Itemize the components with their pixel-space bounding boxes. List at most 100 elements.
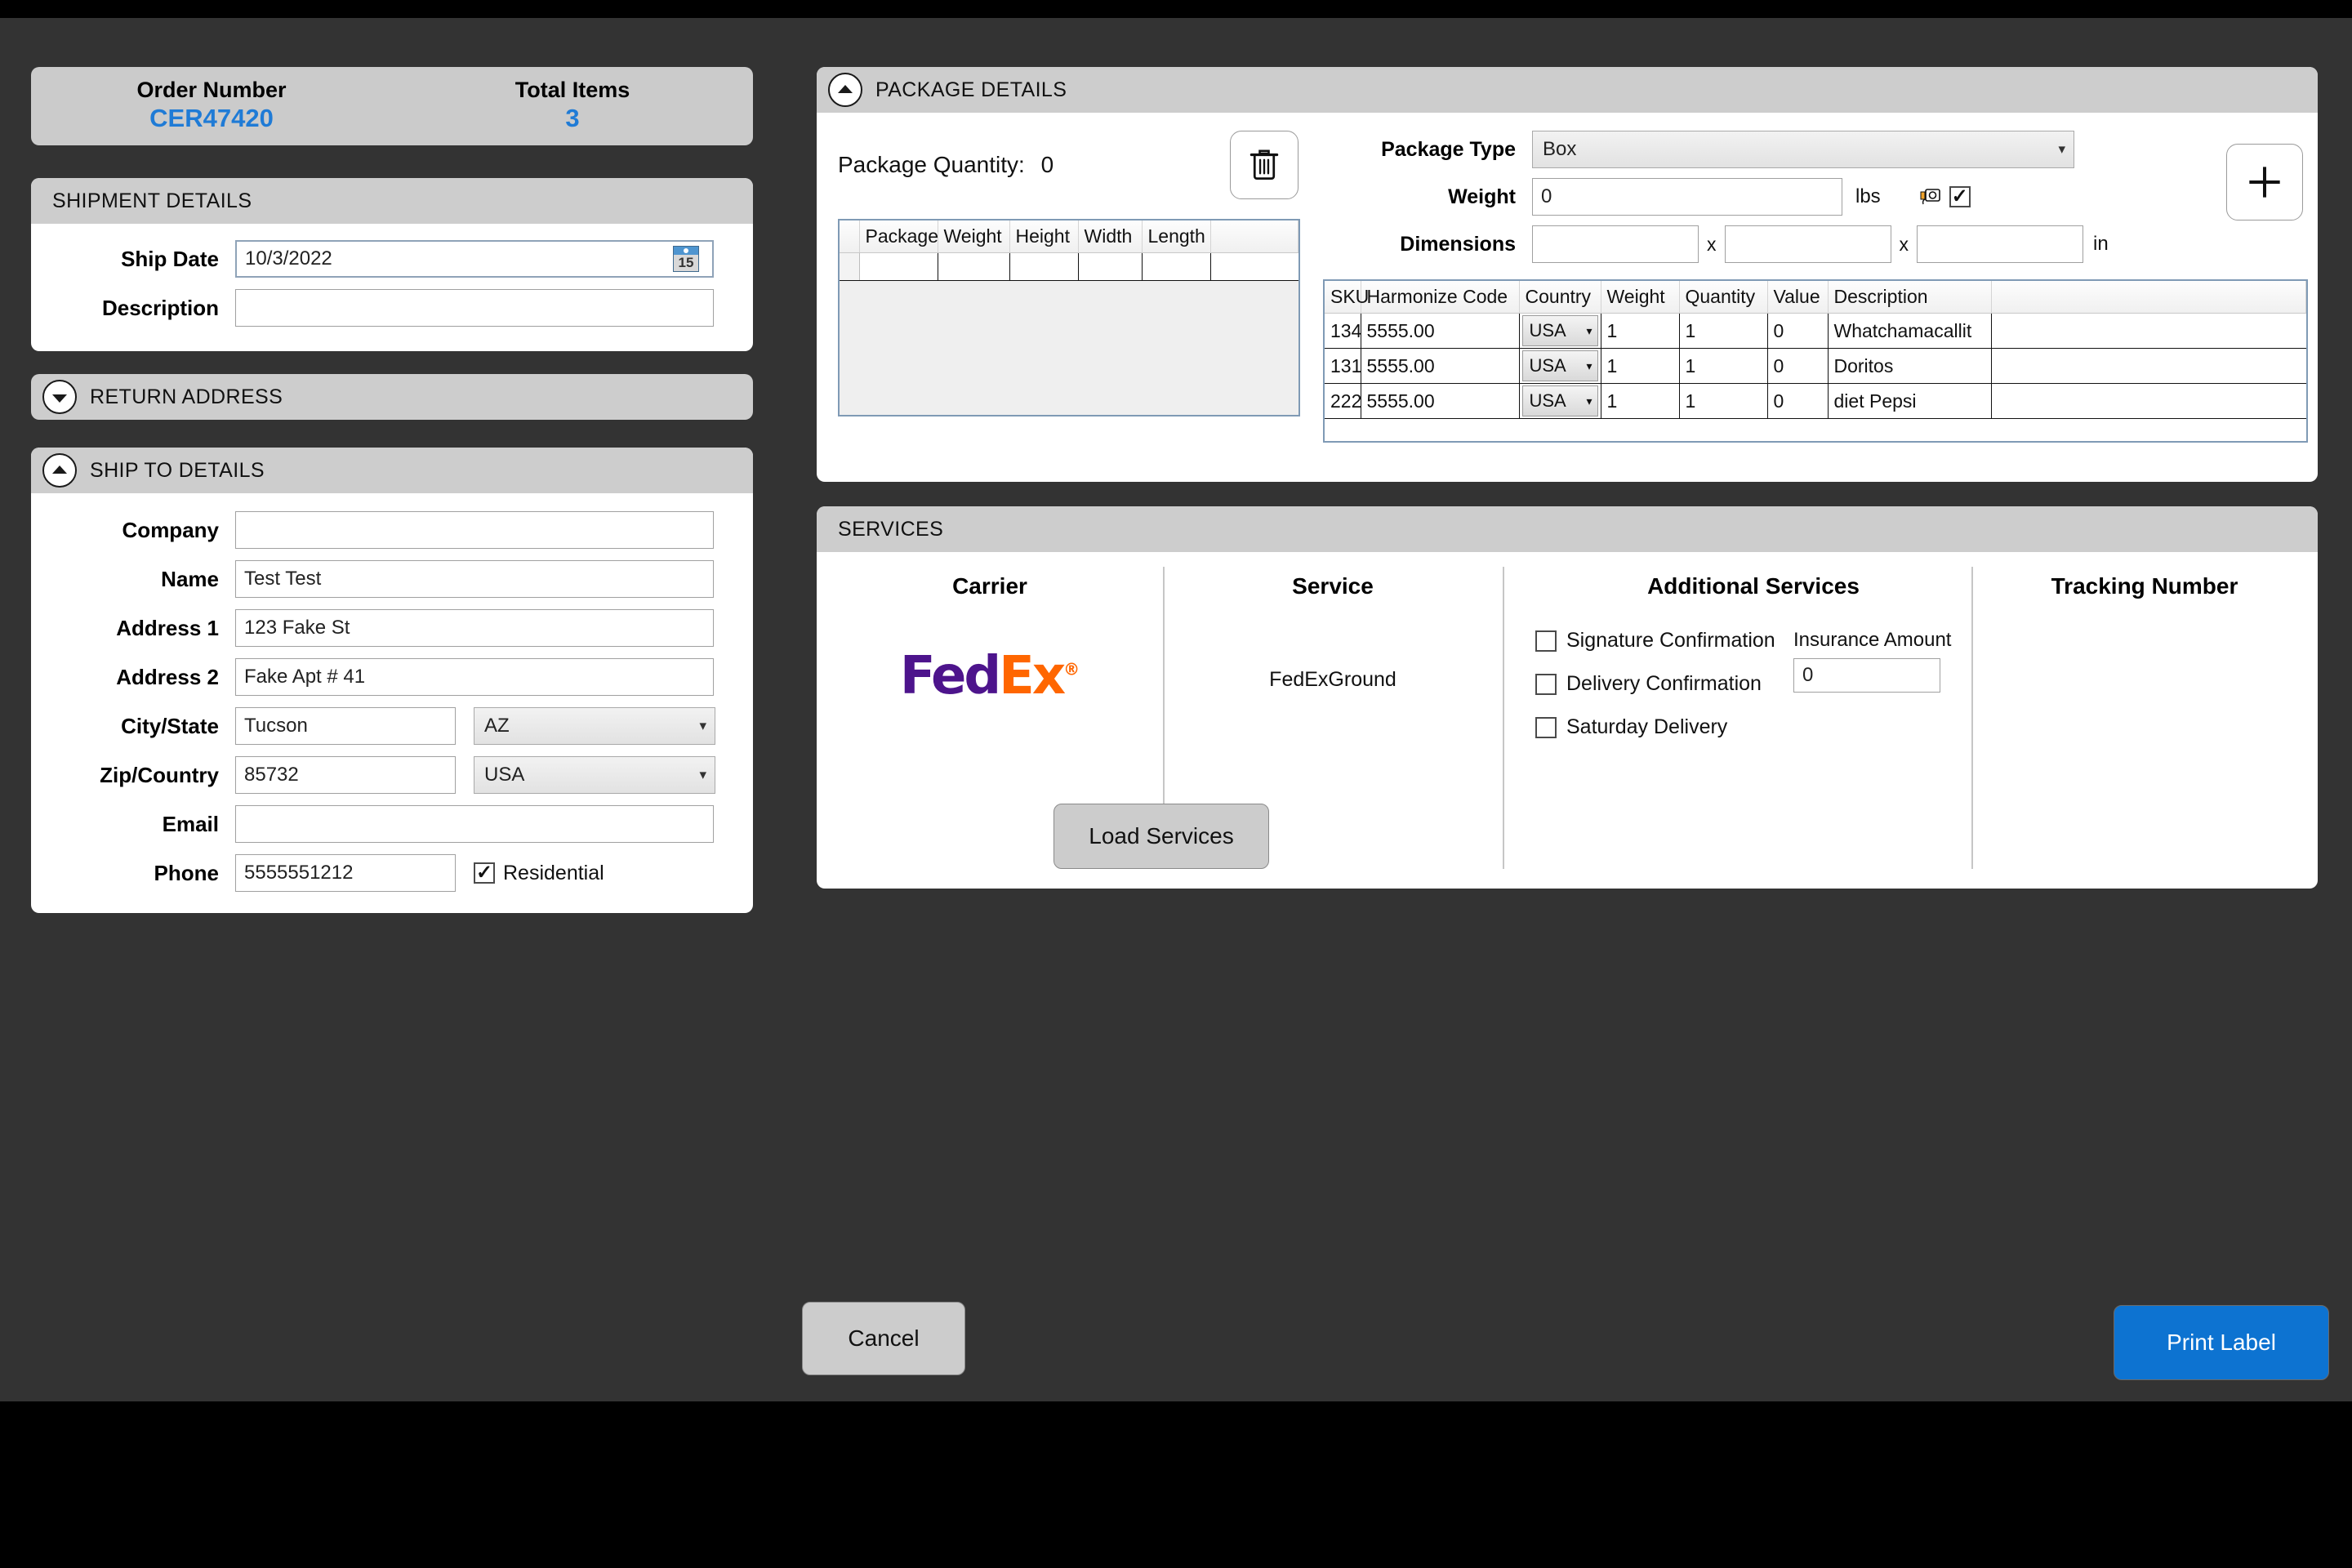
- chevron-down-icon[interactable]: [42, 380, 77, 414]
- return-address-panel[interactable]: RETURN ADDRESS: [31, 374, 753, 420]
- description-input[interactable]: [235, 289, 714, 327]
- sku-cell-value[interactable]: 0: [1767, 383, 1829, 419]
- sku-cell-description[interactable]: diet Pepsi: [1828, 383, 1992, 419]
- sku-cell-quantity[interactable]: 1: [1679, 348, 1768, 384]
- package-col-weight[interactable]: Weight: [938, 220, 1010, 253]
- sku-cell-weight[interactable]: 1: [1601, 348, 1680, 384]
- table-row[interactable]: 222 5555.00 USA ▾ 1 1 0 diet Pepsi: [1325, 383, 2306, 419]
- dimensions-row: Dimensions x x in: [1323, 225, 2215, 263]
- sku-cell-sku[interactable]: 222: [1325, 383, 1361, 419]
- sku-cell-sku[interactable]: 131: [1325, 348, 1361, 384]
- package-col-height[interactable]: Height: [1009, 220, 1079, 253]
- package-col-length[interactable]: Length: [1142, 220, 1211, 253]
- plus-icon: [2249, 167, 2280, 198]
- sku-col-sku[interactable]: SKU: [1325, 281, 1369, 314]
- sku-cell-weight[interactable]: 1: [1601, 313, 1680, 349]
- package-type-select[interactable]: Box ▾: [1532, 131, 2074, 168]
- country-select[interactable]: USA ▾: [474, 756, 715, 794]
- ship-to-details-header[interactable]: SHIP TO DETAILS: [31, 448, 753, 493]
- sku-cell-weight[interactable]: 1: [1601, 383, 1680, 419]
- sku-col-harmonize-code[interactable]: Harmonize Code: [1361, 281, 1520, 314]
- package-details-header[interactable]: PACKAGE DETAILS: [817, 67, 2318, 113]
- package-col-package[interactable]: Package: [859, 220, 938, 253]
- sku-col-value[interactable]: Value: [1767, 281, 1829, 314]
- sku-col-quantity[interactable]: Quantity: [1679, 281, 1768, 314]
- scale-icon[interactable]: [1920, 186, 1943, 207]
- phone-input[interactable]: 5555551212: [235, 854, 456, 892]
- chevron-up-icon[interactable]: [828, 73, 862, 107]
- name-input[interactable]: Test Test: [235, 560, 714, 598]
- zip-input[interactable]: 85732: [235, 756, 456, 794]
- package-cell-height[interactable]: [1009, 252, 1079, 281]
- sku-cell-value[interactable]: 0: [1767, 313, 1829, 349]
- package-table[interactable]: Package Weight Height Width Length: [838, 219, 1300, 416]
- sku-col-weight[interactable]: Weight: [1601, 281, 1680, 314]
- saturday-delivery-group[interactable]: Saturday Delivery: [1535, 715, 1788, 739]
- sku-cell-blank[interactable]: [1991, 383, 2306, 419]
- delivery-confirmation-group[interactable]: Delivery Confirmation: [1535, 672, 1788, 696]
- calendar-day: 15: [678, 255, 694, 270]
- scale-group[interactable]: ✓: [1920, 186, 1971, 207]
- sku-cell-sku[interactable]: 134: [1325, 313, 1361, 349]
- sku-cell-blank[interactable]: [1991, 313, 2306, 349]
- delete-package-button[interactable]: [1230, 131, 1298, 199]
- scale-checkbox[interactable]: ✓: [1949, 186, 1971, 207]
- company-input[interactable]: [235, 511, 714, 549]
- address2-input[interactable]: Fake Apt # 41: [235, 658, 714, 696]
- sku-cell-value[interactable]: 0: [1767, 348, 1829, 384]
- return-address-header[interactable]: RETURN ADDRESS: [31, 374, 753, 420]
- weight-input[interactable]: 0: [1532, 178, 1842, 216]
- table-row[interactable]: 131 5555.00 USA ▾ 1 1 0 Doritos: [1325, 348, 2306, 384]
- fedex-logo-registered: ®: [1063, 659, 1080, 679]
- package-row-selector[interactable]: [840, 252, 860, 281]
- email-input[interactable]: [235, 805, 714, 843]
- package-cell-weight[interactable]: [938, 252, 1010, 281]
- dimension-length-input[interactable]: [1532, 225, 1699, 263]
- sku-cell-description[interactable]: Doritos: [1828, 348, 1992, 384]
- add-package-button[interactable]: [2226, 144, 2303, 220]
- address1-input[interactable]: 123 Fake St: [235, 609, 714, 647]
- sku-cell-blank[interactable]: [1991, 348, 2306, 384]
- calendar-icon[interactable]: 15: [673, 246, 699, 272]
- package-col-blank[interactable]: [1210, 220, 1298, 253]
- state-select[interactable]: AZ ▾: [474, 707, 715, 745]
- load-services-button[interactable]: Load Services: [1054, 804, 1269, 869]
- package-cell-width[interactable]: [1078, 252, 1143, 281]
- delivery-confirmation-checkbox[interactable]: [1535, 673, 1557, 695]
- sku-country-select[interactable]: USA ▾: [1521, 315, 1598, 346]
- sku-col-blank[interactable]: [1991, 281, 2306, 314]
- package-cell-length[interactable]: [1142, 252, 1211, 281]
- dimension-width-input[interactable]: [1724, 225, 1891, 263]
- sku-country-select[interactable]: USA ▾: [1521, 385, 1598, 416]
- sku-cell-description[interactable]: Whatchamacallit: [1828, 313, 1992, 349]
- sku-cell-harmonize-code[interactable]: 5555.00: [1361, 348, 1520, 384]
- package-cell-package[interactable]: [859, 252, 938, 281]
- sku-col-description[interactable]: Description: [1828, 281, 1992, 314]
- sku-col-country[interactable]: Country: [1519, 281, 1601, 314]
- chevron-up-icon[interactable]: [42, 453, 77, 488]
- residential-checkbox[interactable]: ✓: [474, 862, 495, 884]
- table-row[interactable]: [840, 252, 1298, 281]
- print-label-button[interactable]: Print Label: [2114, 1305, 2329, 1380]
- insurance-amount-input[interactable]: 0: [1793, 658, 1940, 693]
- sku-cell-quantity[interactable]: 1: [1679, 313, 1768, 349]
- cancel-button[interactable]: Cancel: [802, 1302, 965, 1375]
- residential-checkbox-group[interactable]: ✓ Residential: [474, 862, 604, 885]
- name-value: Test Test: [244, 568, 322, 590]
- cancel-label: Cancel: [848, 1325, 920, 1351]
- package-cell-blank[interactable]: [1210, 252, 1298, 281]
- city-input[interactable]: Tucson: [235, 707, 456, 745]
- dimension-separator-2: x: [1899, 233, 1909, 255]
- package-col-width[interactable]: Width: [1078, 220, 1143, 253]
- table-row[interactable]: 134 5555.00 USA ▾ 1 1 0 Whatchamacallit: [1325, 313, 2306, 349]
- saturday-delivery-checkbox[interactable]: [1535, 716, 1557, 738]
- sku-table[interactable]: SKU Harmonize Code Country Weight Quanti…: [1323, 279, 2308, 443]
- signature-confirmation-group[interactable]: Signature Confirmation: [1535, 629, 1788, 653]
- sku-cell-harmonize-code[interactable]: 5555.00: [1361, 383, 1520, 419]
- sku-cell-quantity[interactable]: 1: [1679, 383, 1768, 419]
- ship-date-input[interactable]: 10/3/2022 15: [235, 240, 714, 278]
- sku-cell-harmonize-code[interactable]: 5555.00: [1361, 313, 1520, 349]
- sku-country-select[interactable]: USA ▾: [1521, 350, 1598, 381]
- signature-confirmation-checkbox[interactable]: [1535, 630, 1557, 652]
- dimension-height-input[interactable]: [1917, 225, 2083, 263]
